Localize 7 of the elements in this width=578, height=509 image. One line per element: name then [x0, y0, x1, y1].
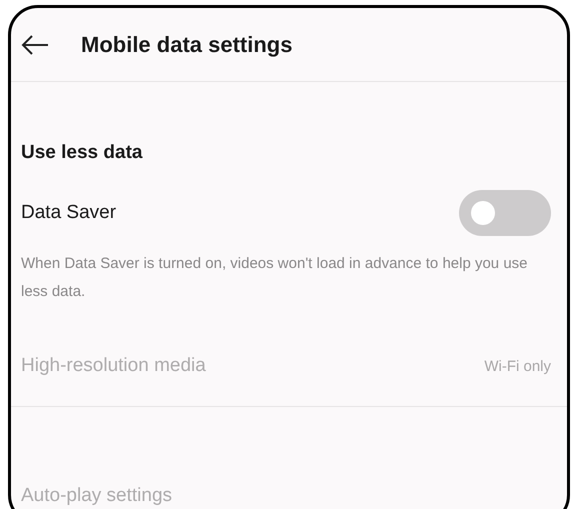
setting-description: When Data Saver is turned on, videos won't load in advance to help you use less data.: [21, 254, 529, 302]
screen-title: Mobile data settings: [81, 32, 292, 58]
setting-label: Data Saver: [21, 202, 116, 224]
section-title: Use less data: [21, 142, 144, 164]
setting-value: Wi-Fi only: [484, 358, 551, 374]
toggle-switch[interactable]: [459, 190, 551, 236]
back-arrow-icon[interactable]: [21, 34, 49, 54]
